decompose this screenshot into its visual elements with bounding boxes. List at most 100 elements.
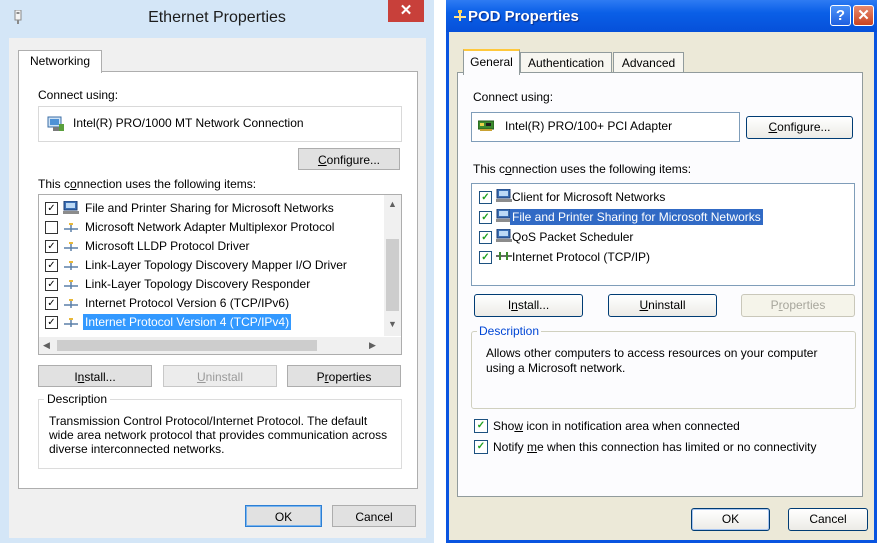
cancel-button[interactable]: Cancel	[788, 508, 868, 531]
description-text: Allows other computers to access resourc…	[486, 346, 818, 375]
pod-properties-window: POD Properties ? ✕ General Authenticatio…	[446, 0, 877, 543]
list-item[interactable]: ✓ QoS Packet Scheduler	[479, 227, 839, 247]
checkbox-checked-icon[interactable]: ✓	[45, 297, 58, 310]
configure-button[interactable]: Configure...	[746, 116, 853, 139]
checkbox-checked-icon[interactable]: ✓	[45, 259, 58, 272]
help-icon: ?	[835, 7, 846, 24]
computer-icon	[63, 200, 79, 215]
list-item[interactable]: Microsoft Network Adapter Multiplexor Pr…	[45, 218, 380, 236]
list-item-label: Link-Layer Topology Discovery Mapper I/O…	[85, 258, 347, 272]
client-icon	[496, 188, 512, 204]
ethernet-properties-window: Ethernet Properties ✕ Networking Connect…	[0, 0, 434, 543]
cancel-button[interactable]: Cancel	[332, 505, 416, 527]
properties-button[interactable]: Properties	[287, 365, 401, 387]
list-item-label: File and Printer Sharing for Microsoft N…	[85, 201, 334, 215]
items-label: This connection uses the following items…	[38, 177, 257, 191]
computer-icon	[496, 228, 512, 244]
checkbox-checked-icon[interactable]: ✓	[45, 316, 58, 329]
list-item-label: Internet Protocol (TCP/IP)	[512, 250, 651, 264]
window-title: Ethernet Properties	[148, 9, 286, 26]
protocol-icon	[63, 277, 79, 291]
list-item-label: File and Printer Sharing for Microsoft N…	[510, 209, 763, 225]
list-item-label: Microsoft Network Adapter Multiplexor Pr…	[85, 220, 335, 234]
checkbox-checked-icon[interactable]: ✓	[474, 440, 488, 454]
properties-button[interactable]: Properties	[741, 294, 855, 317]
configure-button[interactable]: Configure...	[298, 148, 400, 170]
list-item[interactable]: ✓ Microsoft LLDP Protocol Driver	[45, 237, 380, 255]
list-item-label: Internet Protocol Version 4 (TCP/IPv4)	[83, 314, 292, 330]
list-item-label: Client for Microsoft Networks	[512, 190, 666, 204]
scroll-down-icon[interactable]: ▼	[388, 319, 397, 329]
title-bar[interactable]: Ethernet Properties ✕	[0, 0, 434, 40]
uninstall-button[interactable]: Uninstall	[163, 365, 277, 387]
checkbox-checked-icon[interactable]: ✓	[479, 211, 492, 224]
checkbox-checked-icon[interactable]: ✓	[45, 202, 58, 215]
network-card-icon	[478, 120, 494, 131]
list-item[interactable]: ✓ Link-Layer Topology Discovery Mapper I/…	[45, 256, 380, 274]
install-button[interactable]: Install...	[38, 365, 152, 387]
network-card-icon	[47, 116, 64, 131]
close-icon: ✕	[857, 7, 870, 24]
network-connection-icon	[454, 10, 466, 21]
tab-authentication[interactable]: Authentication	[520, 52, 612, 73]
vertical-scroll-thumb[interactable]	[386, 239, 399, 311]
tab-advanced[interactable]: Advanced	[613, 52, 684, 73]
close-button[interactable]: ✕	[388, 0, 424, 22]
scroll-right-icon[interactable]: ▶	[369, 340, 376, 351]
show-icon-checkbox[interactable]: ✓ Show icon in notification area when co…	[474, 418, 834, 434]
description-legend: Description	[44, 392, 111, 406]
checkbox-checked-icon[interactable]: ✓	[479, 191, 492, 204]
tab-general[interactable]: General	[463, 49, 520, 75]
protocol-icon	[63, 296, 79, 310]
description-legend: Description	[477, 324, 542, 338]
scroll-up-icon[interactable]: ▲	[388, 199, 397, 209]
show-icon-label: Show icon in notification area when conn…	[493, 419, 740, 433]
horizontal-scroll-thumb[interactable]	[57, 340, 317, 351]
adapter-box: Intel(R) PRO/100+ PCI Adapter	[471, 112, 740, 142]
ok-button[interactable]: OK	[691, 508, 770, 531]
checkbox-checked-icon[interactable]: ✓	[479, 251, 492, 264]
list-item[interactable]: ✓ File and Printer Sharing for Microsoft …	[479, 207, 839, 227]
help-button[interactable]: ?	[830, 5, 851, 26]
list-item[interactable]: ✓ File and Printer Sharing for Microsoft …	[45, 199, 380, 217]
window-title: POD Properties	[468, 8, 579, 25]
uninstall-button[interactable]: Uninstall	[608, 294, 717, 317]
close-icon: ✕	[399, 2, 413, 19]
list-item-label: Microsoft LLDP Protocol Driver	[85, 239, 250, 253]
list-item[interactable]: ✓ Client for Microsoft Networks	[479, 187, 839, 207]
checkbox-checked-icon[interactable]: ✓	[474, 419, 488, 433]
adapter-box: Intel(R) PRO/1000 MT Network Connection	[38, 106, 402, 142]
notify-checkbox[interactable]: ✓ Notify me when this connection has lim…	[474, 439, 834, 455]
list-item[interactable]: ✓ Internet Protocol (TCP/IP)	[479, 247, 839, 267]
vertical-scrollbar[interactable]: ▲ ▼	[384, 195, 401, 336]
protocol-icon	[63, 220, 79, 234]
protocol-icon	[63, 258, 79, 272]
list-item-label: QoS Packet Scheduler	[512, 230, 634, 244]
connect-using-label: Connect using:	[38, 88, 119, 102]
horizontal-scrollbar[interactable]: ◀ ▶	[39, 337, 384, 354]
protocol-icon	[63, 315, 79, 329]
ok-button[interactable]: OK	[245, 505, 322, 527]
install-button[interactable]: Install...	[474, 294, 583, 317]
list-item[interactable]: ✓ Internet Protocol Version 4 (TCP/IPv4)	[45, 313, 380, 331]
list-item-label: Link-Layer Topology Discovery Responder	[85, 277, 311, 291]
list-item[interactable]: ✓ Link-Layer Topology Discovery Responder	[45, 275, 380, 293]
items-list[interactable]: ✓ File and Printer Sharing for Microsoft …	[38, 194, 402, 355]
adapter-name: Intel(R) PRO/1000 MT Network Connection	[73, 116, 304, 130]
list-item[interactable]: ✓ Internet Protocol Version 6 (TCP/IPv6)	[45, 294, 380, 312]
scroll-left-icon[interactable]: ◀	[43, 340, 50, 351]
checkbox-checked-icon[interactable]: ✓	[479, 231, 492, 244]
items-label: This connection uses the following items…	[473, 162, 692, 176]
checkbox-checked-icon[interactable]: ✓	[45, 278, 58, 291]
items-list[interactable]: ✓ Client for Microsoft Networks ✓ File and …	[471, 183, 855, 286]
checkbox-checked-icon[interactable]: ✓	[45, 240, 58, 253]
notify-label: Notify me when this connection has limit…	[493, 440, 817, 454]
scroll-corner	[384, 337, 401, 354]
description-text: Transmission Control Protocol/Internet P…	[49, 414, 388, 456]
tab-networking[interactable]: Networking	[18, 50, 102, 73]
title-bar[interactable]: POD Properties ? ✕	[446, 0, 877, 32]
list-item-label: Internet Protocol Version 6 (TCP/IPv6)	[85, 296, 290, 310]
checkbox-empty-icon[interactable]	[45, 221, 58, 234]
close-button[interactable]: ✕	[853, 5, 874, 26]
connect-using-label: Connect using:	[473, 90, 554, 104]
